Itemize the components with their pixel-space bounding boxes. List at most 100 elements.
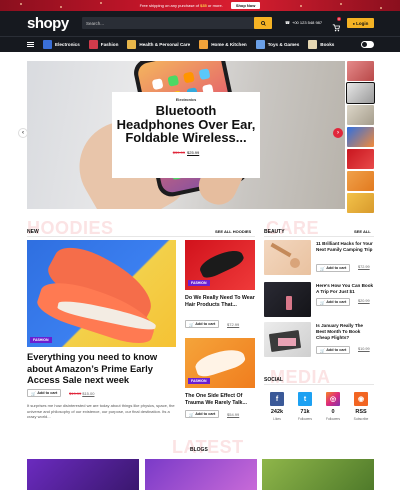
article-title[interactable]: 11 Brilliant Hacks for Your Next Family … <box>316 241 374 253</box>
hero-slide[interactable]: Electronics Bluetooth Headphones Over Ea… <box>27 61 345 209</box>
article-price: $72.99 <box>227 322 240 327</box>
rss-label: Subscribe <box>353 417 369 421</box>
nav-item-toys-games[interactable]: Toys & Games <box>255 40 299 49</box>
article-title[interactable]: Here's How You Can Book A Trip For Just … <box>316 283 374 295</box>
menu-icon[interactable] <box>27 41 34 48</box>
dark-mode-toggle[interactable] <box>361 41 374 48</box>
hero-prev-button[interactable]: ‹ <box>18 128 28 138</box>
article-price: $54.99 <box>227 412 240 417</box>
electronics-thumbnail <box>43 40 52 49</box>
facebook-label: Likes <box>273 417 281 421</box>
cart-icon: 🛒 <box>320 300 325 305</box>
article-title[interactable]: The One Side Effect Of Trauma We Rarely … <box>185 393 255 407</box>
twitter-count: 71k <box>300 409 310 415</box>
add-to-cart-button[interactable]: 🛒 Add to cart <box>316 298 351 306</box>
category-badge[interactable]: FASHION <box>188 280 210 286</box>
add-to-cart-button[interactable]: 🛒 Add to cart <box>316 264 351 272</box>
feature-price: $19.99$15.00 <box>69 391 95 396</box>
see-all-beauty-link[interactable]: SEE ALL <box>354 229 371 234</box>
add-to-cart-button[interactable]: 🛒 Add to cart <box>316 346 351 354</box>
blog-image[interactable] <box>145 459 257 490</box>
twitter-label: Followers <box>297 417 313 421</box>
cart-icon: 🛒 <box>320 348 325 353</box>
nav-item-home-kitchen[interactable]: Home & Kitchen <box>199 40 247 49</box>
article-image[interactable]: FASHION <box>185 240 255 290</box>
promo-bar: Free shipping on any purchase of $35 or … <box>0 0 400 11</box>
category-badge[interactable]: FASHION <box>30 337 52 343</box>
login-label: Login <box>356 20 369 26</box>
new-section-label: NEW <box>27 229 39 235</box>
article-title[interactable]: Is January Really The Best Month To Book… <box>316 323 374 342</box>
article-price: $72.99 <box>358 265 370 269</box>
see-all-hoodies-link[interactable]: SEE ALL HOODIES <box>215 229 251 234</box>
feature-article-title[interactable]: Everything you need to know about Amazon… <box>27 351 175 386</box>
rss-icon[interactable]: ◉ <box>354 392 368 406</box>
hero-next-button[interactable]: › <box>333 128 343 138</box>
slide-thumbnail[interactable] <box>347 61 374 81</box>
blog-image[interactable] <box>262 459 374 490</box>
article-image[interactable] <box>264 322 311 357</box>
article-title[interactable]: Do We Really Need To Wear Hair Products … <box>185 295 255 309</box>
nav-item-health[interactable]: Health & Personal Care <box>127 40 190 49</box>
phone-number: +00 123 548 987 <box>291 20 323 25</box>
site-logo[interactable]: shopy <box>27 15 69 32</box>
feature-excerpt: It surprises me how disinterested we are… <box>27 403 175 419</box>
phone-contact[interactable]: ☎ +00 123 548 987 <box>285 20 322 25</box>
cart-button[interactable]: 0 <box>332 17 341 32</box>
search-input[interactable] <box>86 20 246 26</box>
facebook-count: 242k <box>270 409 284 415</box>
category-nav: Electronics Fashion Health & Personal Ca… <box>0 36 400 52</box>
cart-icon <box>332 24 341 32</box>
add-to-cart-button[interactable]: 🛒 Add to cart <box>185 410 220 418</box>
nav-item-electronics[interactable]: Electronics <box>43 40 80 49</box>
chevron-right-icon: › <box>337 130 339 136</box>
search-bar <box>82 17 272 29</box>
login-button[interactable]: ● Login <box>347 18 374 28</box>
health-thumbnail <box>127 40 137 49</box>
fashion-thumbnail <box>88 40 98 49</box>
twitter-icon[interactable]: t <box>298 392 312 406</box>
home-kitchen-thumbnail <box>199 40 209 49</box>
search-button[interactable] <box>254 17 272 29</box>
article-image[interactable] <box>264 282 311 317</box>
instagram-icon[interactable]: ◎ <box>326 392 340 406</box>
facebook-icon[interactable]: f <box>270 392 284 406</box>
nav-item-fashion[interactable]: Fashion <box>88 40 118 49</box>
books-thumbnail <box>308 40 318 49</box>
instagram-count: 0 <box>331 409 335 415</box>
shop-now-button[interactable]: Shop Now <box>230 2 261 9</box>
article-price: $20.99 <box>358 299 370 303</box>
hero-category[interactable]: Electronics <box>112 98 260 102</box>
hero-product-card[interactable]: Electronics Bluetooth Headphones Over Ea… <box>112 92 260 178</box>
chevron-left-icon: ‹ <box>22 130 24 136</box>
cart-icon: 🛒 <box>320 266 325 271</box>
toys-games-thumbnail <box>255 40 265 49</box>
promo-text: Free shipping on any purchase of $35 or … <box>139 3 223 8</box>
slide-thumbnail[interactable] <box>347 127 374 147</box>
hero-thumbnails <box>346 61 375 213</box>
user-icon: ● <box>352 20 356 26</box>
add-to-cart-button[interactable]: 🛒 Add to cart <box>27 389 62 397</box>
cart-icon: 🛒 <box>189 412 194 417</box>
beauty-section-label: BEAUTY <box>264 229 285 235</box>
feature-article-image[interactable]: FASHION <box>27 240 176 347</box>
search-icon <box>260 20 266 26</box>
instagram-label: Followers <box>325 417 341 421</box>
article-price: $10.99 <box>358 347 370 351</box>
slide-thumbnail[interactable] <box>347 193 374 213</box>
slide-thumbnail[interactable] <box>347 171 374 191</box>
cart-icon: 🛒 <box>31 391 36 396</box>
social-section-label: SOCIAL <box>264 377 283 383</box>
category-badge[interactable]: FASHION <box>188 378 210 384</box>
add-to-cart-button[interactable]: 🛒 Add to cart <box>185 320 220 328</box>
rss-count: RSS <box>355 409 367 415</box>
slide-thumbnail-active[interactable] <box>346 82 375 104</box>
article-image[interactable]: FASHION <box>185 338 255 388</box>
article-image[interactable] <box>264 240 311 275</box>
hero-title[interactable]: Bluetooth Headphones Over Ear, Foldable … <box>112 104 260 145</box>
site-header: shopy ☎ +00 123 548 987 0 ● Login <box>0 11 400 36</box>
blog-image[interactable] <box>27 459 139 490</box>
nav-item-books[interactable]: Books <box>308 40 334 49</box>
slide-thumbnail[interactable] <box>347 149 374 169</box>
slide-thumbnail[interactable] <box>347 105 374 125</box>
